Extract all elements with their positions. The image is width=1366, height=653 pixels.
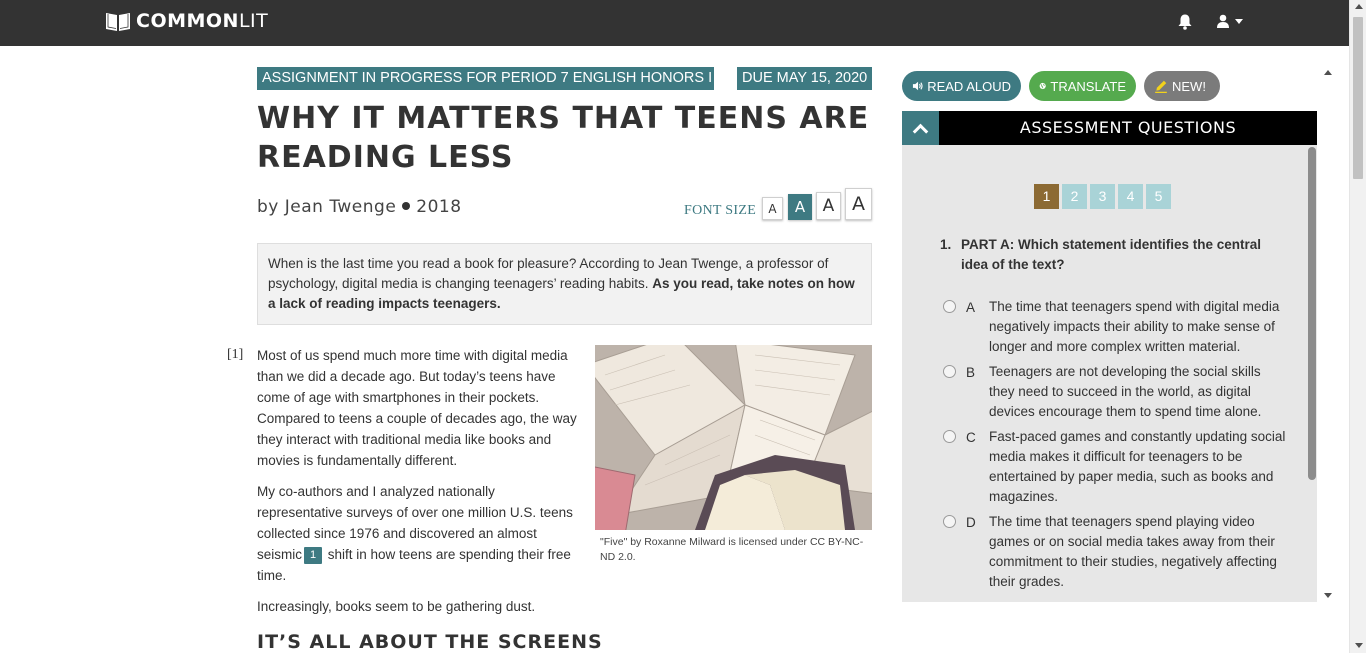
annotation-marker[interactable]: 1 <box>304 546 323 564</box>
option-text: The time that teenagers spend playing vi… <box>989 514 1277 589</box>
radio-option-a[interactable] <box>943 300 956 313</box>
user-menu[interactable] <box>1215 13 1243 29</box>
question-tab-5[interactable]: 5 <box>1146 184 1171 209</box>
commonlit-logo[interactable]: COMMONLIT <box>104 10 268 32</box>
open-book-icon <box>106 13 130 31</box>
scroll-down-arrow-icon[interactable] <box>1355 643 1363 648</box>
assignment-status-badge: ASSIGNMENT IN PROGRESS FOR PERIOD 7 ENGL… <box>257 67 714 90</box>
radio-option-b[interactable] <box>943 365 956 378</box>
article-byline: by Jean Twenge 2018 <box>257 197 462 217</box>
new-label: NEW! <box>1172 78 1206 94</box>
translate-button[interactable]: TRANSLATE <box>1029 71 1136 101</box>
question-tab-1[interactable]: 1 <box>1034 184 1059 209</box>
assessment-header: ASSESSMENT QUESTIONS <box>902 111 1317 145</box>
read-aloud-button[interactable]: READ ALOUD <box>902 71 1021 101</box>
collapse-panel-button[interactable] <box>902 111 939 145</box>
option-text: The time that teenagers spend with digit… <box>989 299 1280 354</box>
font-size-label: FONT SIZE <box>684 203 757 218</box>
assessment-scrollbar-thumb[interactable] <box>1308 147 1316 480</box>
panel-scroll-up-icon[interactable] <box>1324 70 1332 75</box>
font-size-medium-button[interactable]: A <box>788 194 812 220</box>
bullet-separator <box>402 202 411 210</box>
pencil-icon <box>1155 80 1167 93</box>
due-date-badge: DUE MAY 15, 2020 <box>737 67 873 90</box>
paragraph-1: Most of us spend much more time with dig… <box>257 348 577 468</box>
panel-scrollbar[interactable] <box>1321 66 1334 602</box>
page-scrollbar[interactable] <box>1349 0 1366 653</box>
assessment-title: ASSESSMENT QUESTIONS <box>1019 118 1237 137</box>
section-heading: IT’S ALL ABOUT THE SCREENS <box>257 631 603 653</box>
paragraph-number: [1] <box>227 347 244 362</box>
chevron-down-icon <box>1235 18 1243 24</box>
question-tab-4[interactable]: 4 <box>1118 184 1143 209</box>
image-caption: "Five" by Roxanne Milward is licensed un… <box>600 536 864 563</box>
option-letter: B <box>966 365 976 380</box>
font-size-small-button[interactable]: A <box>762 197 783 220</box>
bell-icon[interactable] <box>1176 13 1194 31</box>
books-illustration <box>595 345 872 530</box>
new-feature-button[interactable]: NEW! <box>1144 71 1220 101</box>
chevron-up-icon <box>912 123 929 139</box>
radio-option-d[interactable] <box>943 515 956 528</box>
top-navbar: COMMONLIT <box>0 0 1349 46</box>
logo-text: COMMONLIT <box>136 10 269 32</box>
option-letter: A <box>966 300 976 315</box>
radio-option-c[interactable] <box>943 430 956 443</box>
font-size-large-button[interactable]: A <box>816 192 841 220</box>
question-tab-3[interactable]: 3 <box>1090 184 1115 209</box>
paragraph-2: My co-authors and I analyzed nationally … <box>257 481 579 586</box>
globe-icon <box>1039 82 1046 90</box>
question-tab-2[interactable]: 2 <box>1062 184 1087 209</box>
option-letter: D <box>966 515 976 530</box>
article-title: WHY IT MATTERS THAT TEENS ARE READING LE… <box>257 101 870 175</box>
publication-year: 2018 <box>416 197 462 217</box>
translate-label: TRANSLATE <box>1050 78 1126 94</box>
question-text: PART A: Which statement identifies the c… <box>961 237 1262 272</box>
article-image-books <box>595 345 872 530</box>
question-number: 1. <box>940 237 952 252</box>
speaker-icon <box>912 81 923 91</box>
scroll-up-arrow-icon[interactable] <box>1355 4 1363 9</box>
assessment-scrollbar[interactable] <box>1306 145 1317 602</box>
paragraph-3: Increasingly, books seem to be gathering… <box>257 599 536 614</box>
user-icon <box>1217 14 1229 28</box>
page-scrollbar-thumb[interactable] <box>1353 17 1363 179</box>
option-text: Fast-paced games and constantly updating… <box>989 429 1286 504</box>
read-aloud-label: READ ALOUD <box>927 78 1011 94</box>
option-text: Teenagers are not developing the social … <box>989 364 1262 419</box>
author-name: by Jean Twenge <box>257 197 397 217</box>
panel-scroll-down-icon[interactable] <box>1324 593 1332 598</box>
intro-box: When is the last time you read a book fo… <box>257 243 872 325</box>
font-size-xlarge-button[interactable]: A <box>845 188 872 220</box>
option-letter: C <box>966 430 976 445</box>
